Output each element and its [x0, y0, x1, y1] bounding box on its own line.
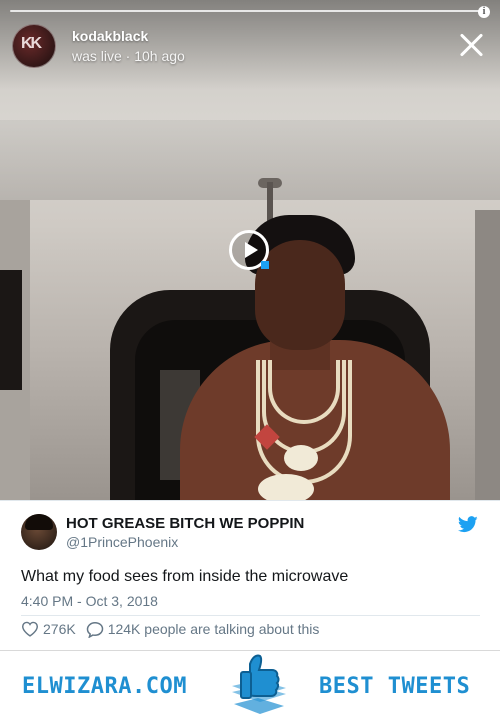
- story-avatar[interactable]: KK: [12, 24, 56, 68]
- play-icon: [245, 242, 258, 258]
- comment-icon: [86, 621, 103, 638]
- talking-count: 124K people are talking about this: [107, 621, 320, 637]
- heart-icon: [21, 621, 39, 637]
- tweet-handle[interactable]: @1PrincePhoenix: [66, 534, 178, 550]
- story-progress-bar: [10, 10, 480, 12]
- tweet-actions: 276K 124K people are talking about this: [21, 619, 319, 639]
- scene-lamp-stem: [267, 182, 273, 222]
- like-count: 276K: [43, 621, 76, 637]
- scene-ceiling: [0, 120, 500, 200]
- reply-button[interactable]: 124K people are talking about this: [86, 621, 320, 638]
- info-icon[interactable]: i: [478, 6, 490, 18]
- tweet-display-name[interactable]: HOT GREASE BITCH WE POPPIN: [66, 515, 304, 532]
- tweet-timestamp[interactable]: 4:40 PM - Oct 3, 2018: [21, 593, 158, 609]
- story-live-status: was live · 10h ago: [72, 48, 185, 64]
- tweet-media-video[interactable]: i KK kodakblack was live · 10h ago: [0, 0, 500, 500]
- best-tweets-label: BEST TWEETS: [319, 674, 471, 699]
- person-head: [255, 240, 345, 350]
- thumbs-up-icon: [232, 654, 286, 714]
- tweet-divider: [21, 615, 480, 616]
- pendant-large: [258, 474, 314, 500]
- close-icon[interactable]: [456, 30, 486, 60]
- tweet-text: What my food sees from inside the microw…: [21, 568, 349, 585]
- footer-divider: [0, 650, 500, 651]
- like-button[interactable]: 276K: [21, 621, 76, 637]
- twitter-bird-icon[interactable]: [458, 516, 478, 533]
- tweet-avatar[interactable]: [21, 514, 57, 550]
- scene-right-wall: [475, 210, 500, 500]
- story-username[interactable]: kodakblack: [72, 28, 148, 44]
- play-badge: [261, 261, 269, 269]
- tweet-card: HOT GREASE BITCH WE POPPIN @1PrincePhoen…: [0, 500, 500, 646]
- scene-left-frame: [0, 270, 22, 390]
- pendant: [284, 445, 318, 471]
- story-top-gradient: [0, 0, 500, 90]
- brand-name: ELWIZARA.COM: [22, 674, 187, 699]
